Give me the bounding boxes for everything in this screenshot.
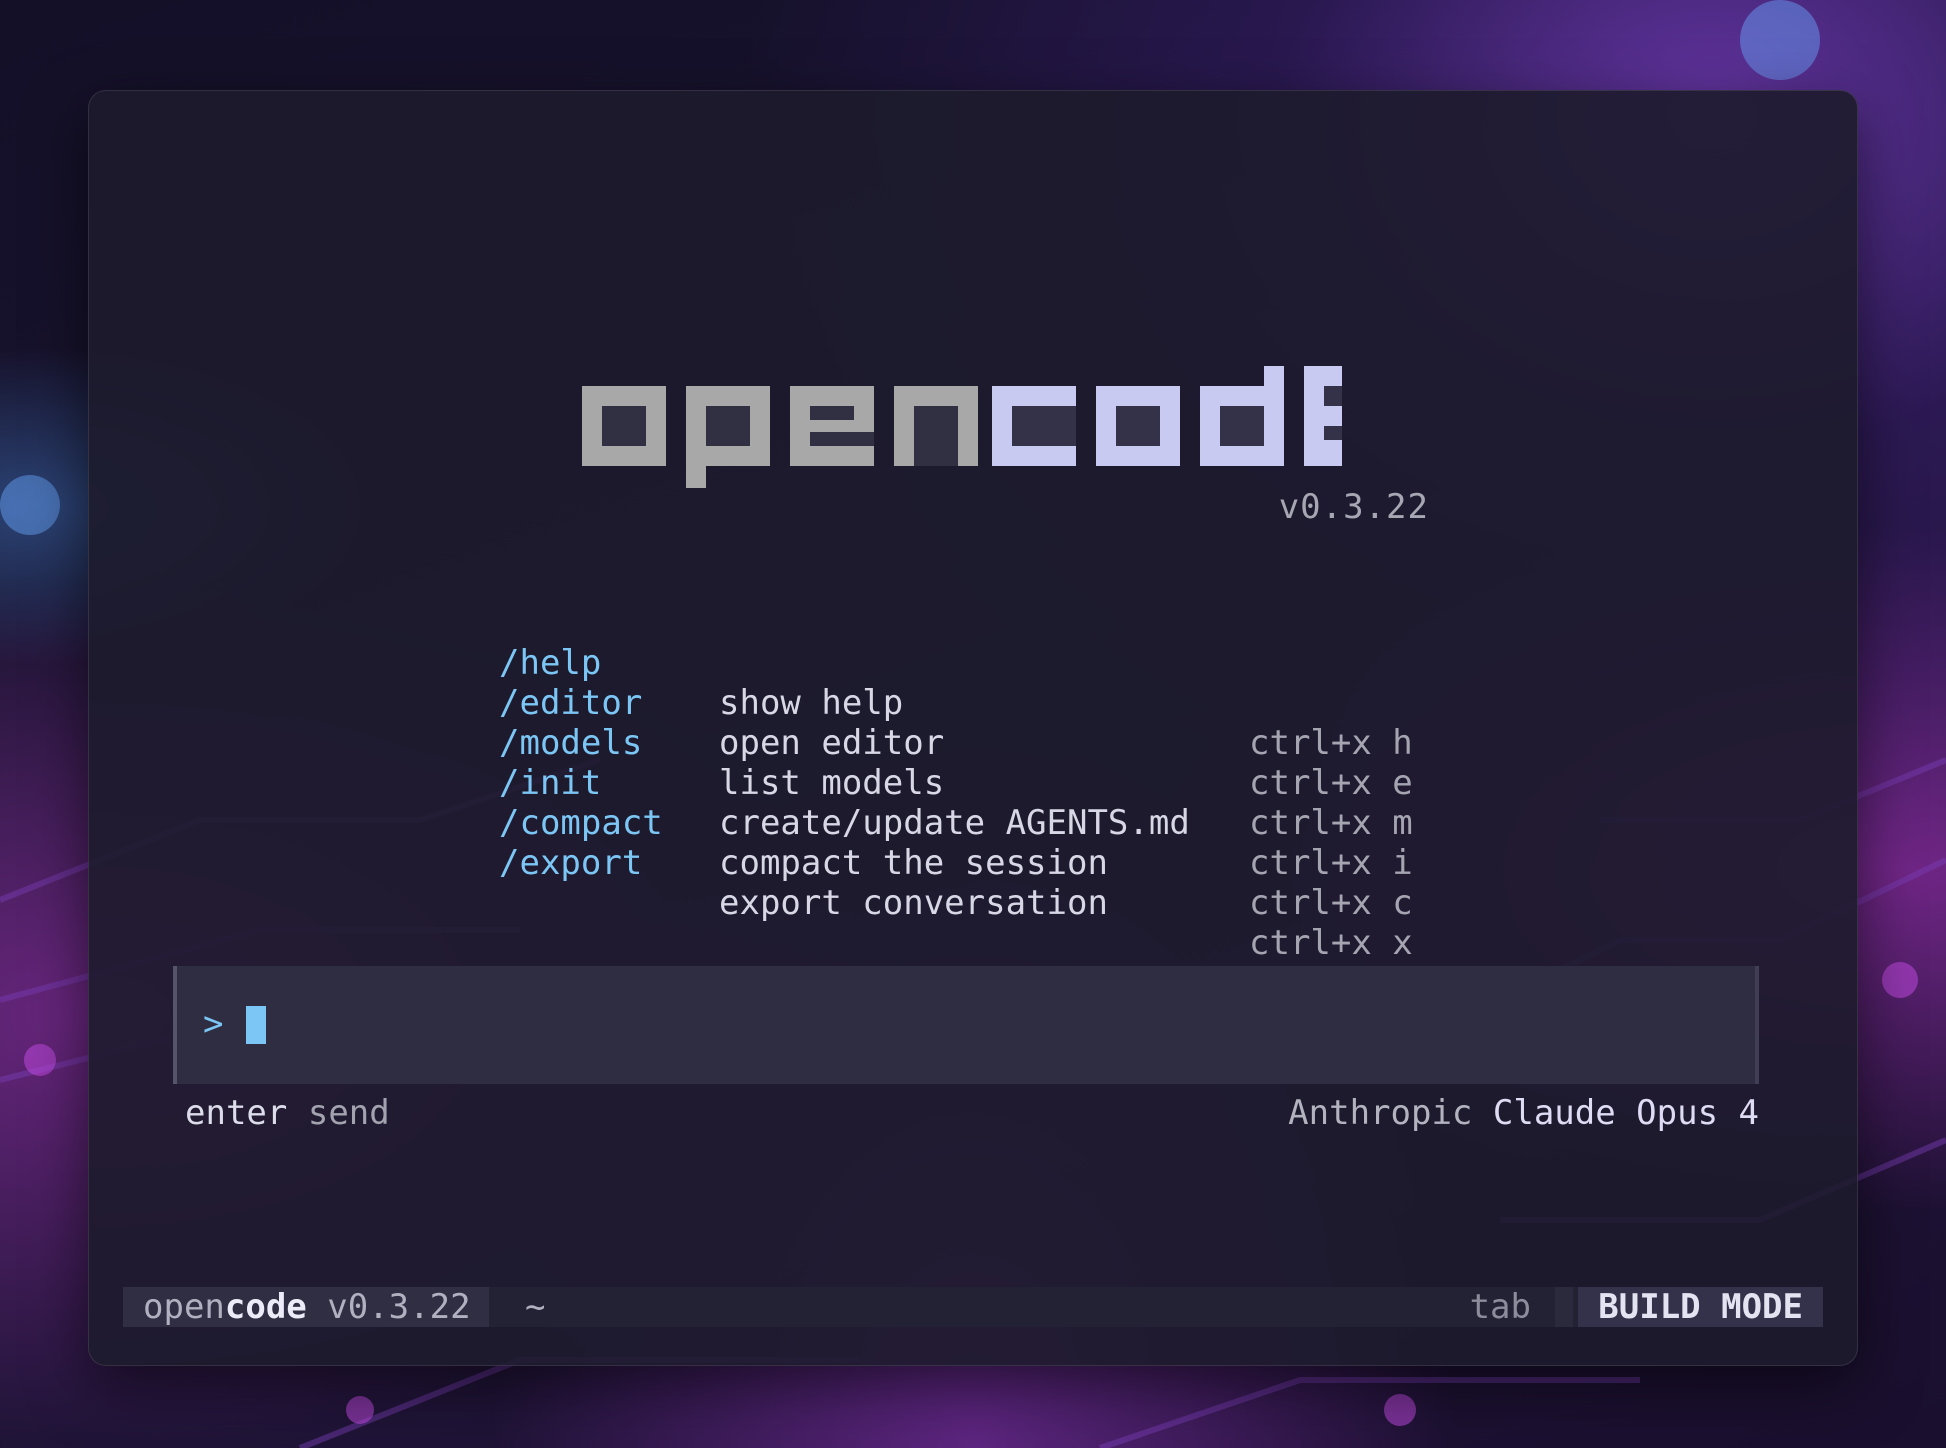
- command-description: list models: [719, 763, 945, 803]
- logo-version: v0.3.22: [1278, 487, 1429, 527]
- command-row-editor[interactable]: /editor open editor ctrl+x e: [499, 643, 1413, 803]
- status-app-name: opencode v0.3.22: [123, 1287, 489, 1327]
- status-bar: opencode v0.3.22 ~ tab BUILD MODE: [123, 1287, 1823, 1327]
- command-name[interactable]: /export: [499, 843, 642, 883]
- command-description: create/update AGENTS.md: [719, 803, 1190, 843]
- send-hint-key: enter: [185, 1093, 288, 1133]
- command-shortcut: ctrl+x m: [1249, 803, 1413, 843]
- command-row-init[interactable]: /init create/update AGENTS.md ctrl+x i: [499, 723, 1413, 883]
- send-hint-action: send: [307, 1093, 390, 1133]
- status-cwd: ~: [525, 1287, 546, 1327]
- prompt-chevron-icon: >: [203, 1004, 224, 1044]
- command-row-help[interactable]: /help show help ctrl+x h: [499, 603, 1413, 763]
- status-tab-hint: tab: [1469, 1287, 1531, 1327]
- command-description: export conversation: [719, 883, 1108, 923]
- mode-badge[interactable]: BUILD MODE: [1578, 1287, 1823, 1327]
- command-description: open editor: [719, 723, 945, 763]
- command-row-export[interactable]: /export export conversation ctrl+x x: [499, 803, 1413, 963]
- status-divider: [1555, 1287, 1573, 1327]
- command-shortcut: ctrl+x i: [1249, 843, 1413, 883]
- send-hint: enter send: [185, 1093, 390, 1133]
- command-description: show help: [719, 683, 904, 723]
- command-description: compact the session: [719, 843, 1108, 883]
- terminal-window: v0.3.22 /help show help ctrl+x h /editor…: [88, 90, 1858, 1366]
- command-shortcut: ctrl+x h: [1249, 723, 1413, 763]
- app-name-prefix: open: [143, 1287, 225, 1327]
- status-version: v0.3.22: [327, 1287, 471, 1327]
- model-indicator[interactable]: Anthropic Claude Opus 4: [1288, 1093, 1759, 1133]
- command-row-models[interactable]: /models list models ctrl+x m: [499, 683, 1413, 843]
- command-shortcut: ctrl+x c: [1249, 883, 1413, 923]
- text-cursor: [246, 1006, 266, 1044]
- prompt-input[interactable]: >: [173, 966, 1759, 1084]
- app-name-suffix: code: [224, 1287, 307, 1327]
- opencode-logo: [582, 366, 1342, 488]
- model-provider: Anthropic: [1288, 1093, 1473, 1133]
- command-row-compact[interactable]: /compact compact the session ctrl+x c: [499, 763, 1413, 923]
- command-list: /help show help ctrl+x h /editor open ed…: [499, 603, 1413, 963]
- model-name: Claude Opus 4: [1492, 1093, 1759, 1133]
- command-shortcut: ctrl+x x: [1249, 923, 1413, 963]
- command-shortcut: ctrl+x e: [1249, 763, 1413, 803]
